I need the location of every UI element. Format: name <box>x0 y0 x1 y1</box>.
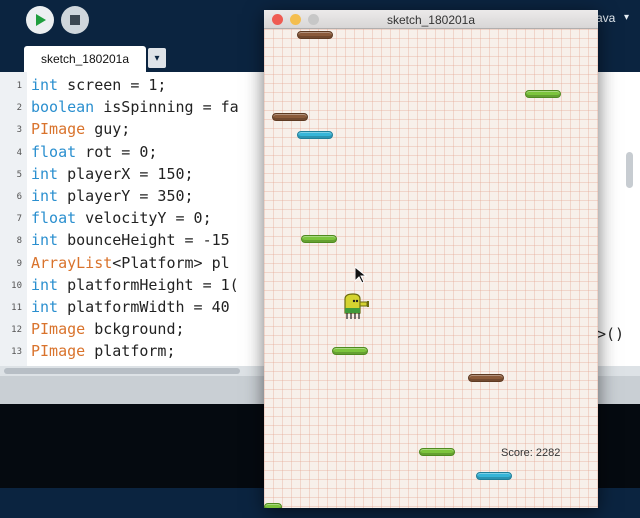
platform-green <box>525 90 561 98</box>
code-line: float velocityY = 0; <box>31 209 212 228</box>
line-number: 11 <box>11 303 22 313</box>
scrollbar-thumb[interactable] <box>4 368 240 374</box>
game-canvas[interactable]: Score: 2282 <box>264 29 598 508</box>
line-number: 2 <box>16 103 22 114</box>
run-button[interactable] <box>26 6 54 34</box>
code-line: ArrayList<Platform> pl <box>31 253 230 272</box>
code-line: PImage bckground; <box>31 320 185 339</box>
code-line: PImage guy; <box>31 120 131 139</box>
mouse-pointer-icon <box>354 266 368 284</box>
platform-blue <box>476 472 512 480</box>
mode-selector[interactable]: ava <box>596 11 615 25</box>
doodler-character <box>344 293 369 319</box>
tab-sketch[interactable]: sketch_180201a <box>24 46 146 72</box>
window-title: sketch_180201a <box>386 13 476 27</box>
code-line-fragment: >() <box>597 325 625 343</box>
code-line: int playerY = 350; <box>31 187 194 205</box>
stop-icon <box>70 15 80 25</box>
sketch-window: sketch_180201a Score: 2282 <box>264 10 598 508</box>
play-icon <box>36 14 46 26</box>
platform-brown <box>272 113 308 121</box>
platform-green <box>264 503 282 508</box>
line-number: 5 <box>16 169 22 180</box>
platform-blue <box>297 131 333 139</box>
line-number: 13 <box>11 347 22 358</box>
vertical-scrollbar[interactable] <box>626 152 633 188</box>
stop-button[interactable] <box>61 6 89 34</box>
code-line: PImage platform; <box>31 342 176 361</box>
platform-brown <box>468 374 504 382</box>
line-number: 10 <box>11 280 22 291</box>
window-titlebar[interactable]: sketch_180201a <box>264 10 598 29</box>
line-number: 4 <box>16 147 22 158</box>
platform-green <box>301 235 337 243</box>
line-number: 8 <box>16 236 22 247</box>
code-line: float rot = 0; <box>31 142 158 161</box>
code-line: boolean isSpinning = fa <box>31 98 239 117</box>
line-number: 3 <box>16 125 22 136</box>
tab-menu-button[interactable]: ▾ <box>148 48 166 68</box>
code-line: int platformHeight = 1( <box>31 275 239 294</box>
platform-green <box>332 347 368 355</box>
platform-green <box>419 448 455 456</box>
line-number: 9 <box>16 258 22 269</box>
code-line: int bounceHeight = -15 <box>31 231 230 250</box>
chevron-down-icon: ▾ <box>154 52 160 64</box>
code-line: int platformWidth = 40 <box>31 298 230 316</box>
line-number: 1 <box>16 81 22 91</box>
line-number: 7 <box>16 214 22 225</box>
chevron-down-icon[interactable]: ▾ <box>624 12 629 23</box>
score-display: Score: 2282 <box>501 447 561 459</box>
line-number: 12 <box>11 325 22 336</box>
code-line: int playerX = 150; <box>31 164 194 183</box>
platform-brown <box>297 31 333 39</box>
line-number: 6 <box>16 192 22 202</box>
code-line: int screen = 1; <box>31 76 167 94</box>
